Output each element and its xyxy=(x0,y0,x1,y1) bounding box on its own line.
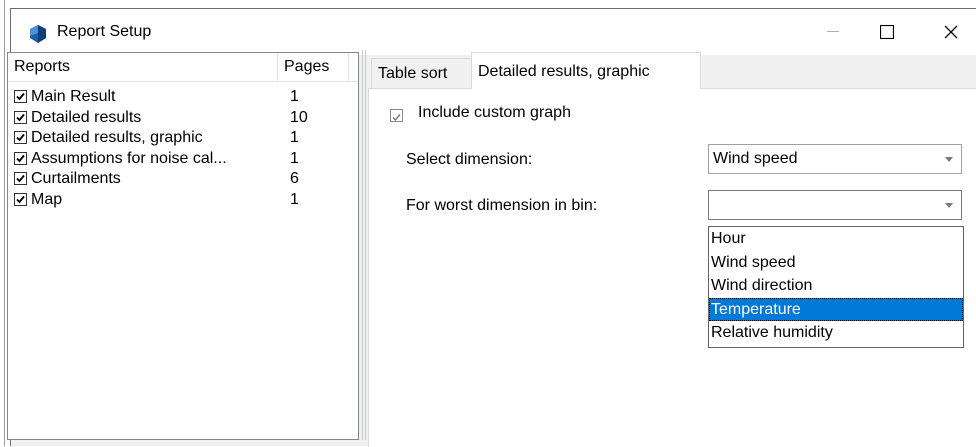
checkmark-icon xyxy=(16,174,25,183)
report-row-detailed-results-graphic[interactable]: Detailed results, graphic 1 xyxy=(8,128,358,149)
tab-detailed-results-graphic[interactable]: Detailed results, graphic xyxy=(471,52,701,89)
report-row-curtailments[interactable]: Curtailments 6 xyxy=(8,169,358,190)
chevron-down-icon xyxy=(945,157,953,162)
worst-dimension-label: For worst dimension in bin: xyxy=(406,197,598,214)
select-dimension-value: Wind speed xyxy=(713,150,798,167)
panel-splitter[interactable] xyxy=(362,50,366,440)
background-window-edge xyxy=(0,0,5,446)
report-name: Main Result xyxy=(31,88,116,105)
report-name: Curtailments xyxy=(31,170,121,187)
report-checkbox[interactable] xyxy=(14,110,27,124)
include-custom-graph-checkbox[interactable] xyxy=(390,109,403,122)
include-custom-graph-label[interactable]: Include custom graph xyxy=(418,104,571,122)
report-pages: 6 xyxy=(290,170,299,187)
column-header-reports[interactable]: Reports xyxy=(14,53,70,81)
minimize-icon xyxy=(827,31,839,32)
checkmark-icon xyxy=(16,113,25,121)
checkmark-icon xyxy=(16,133,25,142)
report-checkbox[interactable] xyxy=(14,90,27,103)
app-icon xyxy=(30,25,46,43)
reports-rows: Main Result 1 Detailed results 10 Detail… xyxy=(8,87,358,210)
select-dimension-label: Select dimension: xyxy=(406,151,533,168)
checkmark-icon xyxy=(392,114,401,122)
select-dimension-combobox[interactable]: Wind speed xyxy=(708,144,962,174)
column-header-pages[interactable]: Pages xyxy=(284,53,329,81)
tab-table-sort[interactable]: Table sort xyxy=(371,58,473,88)
column-divider[interactable] xyxy=(277,53,278,81)
dropdown-option-hour[interactable]: Hour xyxy=(709,227,963,251)
report-name: Assumptions for noise cal... xyxy=(31,149,227,167)
report-name: Detailed results, graphic xyxy=(31,129,203,146)
report-name: Detailed results xyxy=(31,108,142,126)
report-pages: 1 xyxy=(290,88,299,105)
maximize-icon xyxy=(880,25,894,39)
report-name: Map xyxy=(31,190,63,208)
maximize-button[interactable] xyxy=(864,9,910,55)
report-row-detailed-results[interactable]: Detailed results 10 xyxy=(8,108,358,129)
report-row-map[interactable]: Map 1 xyxy=(8,190,358,211)
checkmark-icon xyxy=(16,154,25,162)
minimize-button[interactable] xyxy=(810,9,856,55)
close-button[interactable] xyxy=(928,9,974,55)
worst-dimension-dropdown-list: Hour Wind speed Wind direction Temperatu… xyxy=(708,226,964,348)
report-row-assumptions[interactable]: Assumptions for noise cal... 1 xyxy=(8,149,358,170)
worst-dimension-combobox[interactable] xyxy=(708,190,962,220)
report-row-main-result[interactable]: Main Result 1 xyxy=(8,87,358,108)
report-pages: 1 xyxy=(290,129,299,146)
dropdown-option-wind-speed[interactable]: Wind speed xyxy=(709,251,963,275)
reports-list: Reports Pages Main Result 1 Detailed res… xyxy=(7,52,359,440)
report-checkbox[interactable] xyxy=(14,172,27,185)
dropdown-option-relative-humidity[interactable]: Relative humidity xyxy=(709,321,963,345)
reports-list-header: Reports Pages xyxy=(8,53,358,82)
report-checkbox[interactable] xyxy=(14,131,27,144)
window-title: Report Setup xyxy=(57,23,152,40)
dropdown-option-temperature[interactable]: Temperature xyxy=(709,297,963,322)
title-bar: Report Setup xyxy=(11,9,976,55)
close-icon xyxy=(944,25,958,39)
report-pages: 1 xyxy=(290,149,299,167)
checkmark-icon xyxy=(16,195,25,203)
checkmark-icon xyxy=(16,92,25,101)
report-checkbox[interactable] xyxy=(14,151,27,165)
report-checkbox[interactable] xyxy=(14,192,27,206)
chevron-down-icon xyxy=(945,203,953,208)
column-divider[interactable] xyxy=(348,53,349,81)
dropdown-option-wind-direction[interactable]: Wind direction xyxy=(709,274,963,298)
report-pages: 1 xyxy=(290,190,299,208)
report-pages: 10 xyxy=(290,108,308,126)
